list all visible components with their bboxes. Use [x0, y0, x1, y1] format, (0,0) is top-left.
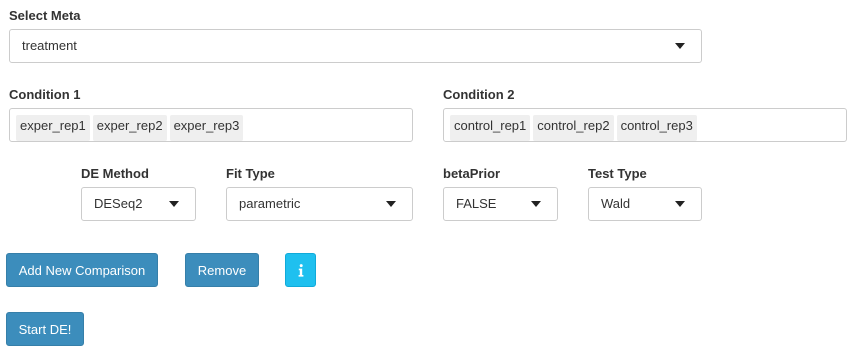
condition1-chip[interactable]: exper_rep2	[92, 115, 167, 141]
beta-prior-value: FALSE	[456, 196, 497, 211]
remove-button[interactable]: Remove	[185, 253, 259, 287]
select-meta-label: Select Meta	[9, 8, 81, 23]
de-method-dropdown[interactable]: DESeq2	[81, 187, 196, 221]
info-button[interactable]	[285, 253, 316, 287]
start-de-button[interactable]: Start DE!	[6, 312, 84, 346]
chevron-down-icon	[675, 201, 685, 207]
condition2-chip[interactable]: control_rep2	[533, 115, 614, 141]
select-meta-value: treatment	[22, 38, 77, 53]
de-method-label: DE Method	[81, 166, 149, 181]
chevron-down-icon	[386, 201, 396, 207]
fit-type-dropdown[interactable]: parametric	[226, 187, 413, 221]
fit-type-label: Fit Type	[226, 166, 275, 181]
add-new-comparison-button[interactable]: Add New Comparison	[6, 253, 158, 287]
de-method-value: DESeq2	[94, 196, 143, 211]
condition2-chip[interactable]: control_rep3	[616, 115, 697, 141]
beta-prior-label: betaPrior	[443, 166, 501, 181]
add-new-comparison-label: Add New Comparison	[18, 262, 146, 278]
condition2-chip[interactable]: control_rep1	[450, 115, 531, 141]
info-icon	[298, 263, 303, 277]
chevron-down-icon	[169, 201, 179, 207]
select-meta-dropdown[interactable]: treatment	[9, 29, 702, 63]
test-type-value: Wald	[601, 196, 631, 211]
condition2-input[interactable]: control_rep1 control_rep2 control_rep3	[443, 108, 847, 142]
condition1-chip[interactable]: exper_rep3	[169, 115, 244, 141]
condition2-label: Condition 2	[443, 87, 515, 102]
test-type-label: Test Type	[588, 166, 647, 181]
chevron-down-icon	[531, 201, 541, 207]
condition1-chip[interactable]: exper_rep1	[16, 115, 90, 141]
fit-type-value: parametric	[239, 196, 301, 211]
remove-label: Remove	[197, 262, 247, 278]
beta-prior-dropdown[interactable]: FALSE	[443, 187, 558, 221]
condition1-label: Condition 1	[9, 87, 81, 102]
test-type-dropdown[interactable]: Wald	[588, 187, 702, 221]
condition1-input[interactable]: exper_rep1 exper_rep2 exper_rep3	[9, 108, 413, 142]
chevron-down-icon	[675, 43, 685, 49]
start-de-label: Start DE!	[18, 321, 72, 337]
